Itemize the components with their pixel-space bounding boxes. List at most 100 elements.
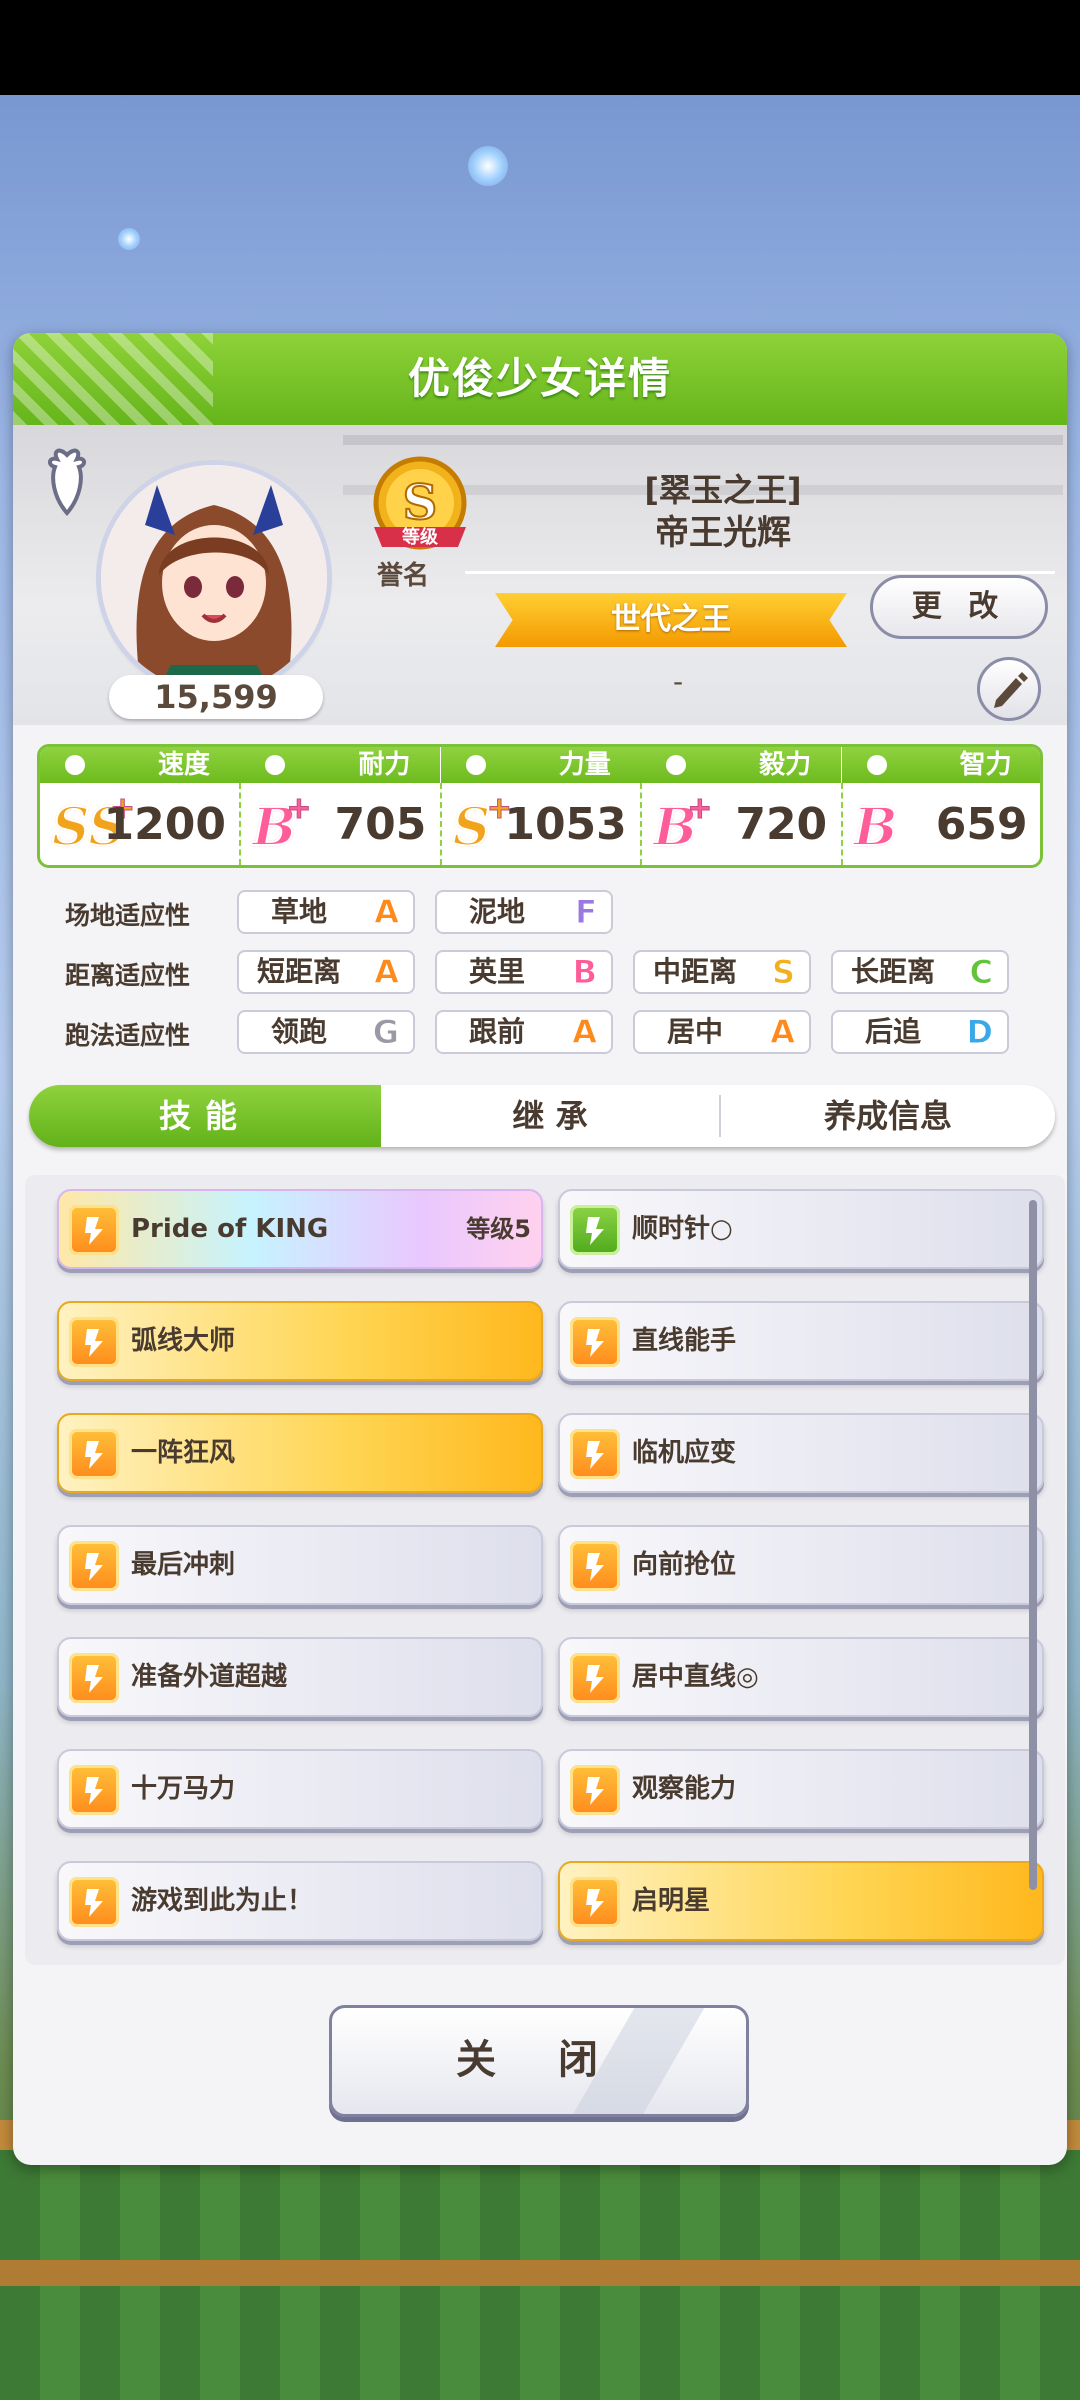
- stat-body: S +1053: [441, 783, 641, 865]
- stat-header: 毅力: [641, 747, 842, 783]
- aptitude-name: 长距离: [850, 955, 935, 988]
- stat-header: 耐力: [240, 747, 441, 783]
- aptitude-item: 草地 A: [237, 890, 415, 934]
- aptitude-row-label: 场地适应性: [65, 901, 191, 930]
- stat-header: 力量: [440, 747, 641, 783]
- aptitude-grade: A: [572, 1013, 598, 1052]
- close-button[interactable]: 关 闭: [329, 2005, 749, 2117]
- stat-separator: [239, 783, 242, 865]
- skill-name: 游戏到此为止！: [131, 1886, 314, 1916]
- stat-label: 智力: [959, 750, 1012, 780]
- stat-body: B +720: [641, 783, 841, 865]
- skill-name: 十万马力: [131, 1774, 236, 1804]
- stat-value: 705: [334, 799, 427, 850]
- aptitude-name: 英里: [468, 955, 525, 988]
- tab-training-info[interactable]: 养成信息: [721, 1085, 1055, 1147]
- skill-item[interactable]: 最后冲刺: [57, 1525, 543, 1605]
- close-button-label: 关 闭: [456, 2037, 622, 2083]
- runner-icon: [69, 1653, 119, 1703]
- aptitude-name: 跟前: [468, 1015, 525, 1048]
- skill-item[interactable]: 向前抢位: [558, 1525, 1044, 1605]
- detail-tabs: 技能 继 承 养成信息: [29, 1085, 1055, 1147]
- stat-1: 耐力 B +705: [240, 747, 441, 865]
- stat-grade: S: [452, 796, 492, 859]
- stat-3: 毅力 B +720: [641, 747, 842, 865]
- skill-item[interactable]: 弧线大师: [57, 1301, 543, 1381]
- aptitude-grade: G: [372, 1013, 399, 1052]
- stat-separator: [640, 783, 643, 865]
- aptitude-item: 居中 A: [633, 1010, 811, 1054]
- aptitude-grade: A: [374, 953, 400, 992]
- skill-list[interactable]: Pride of KING 等级5 顺时针○ 弧线大师 直线能手一阵狂风 临机应变最后冲刺…: [25, 1175, 1065, 1965]
- grad-cap-icon: [864, 752, 890, 778]
- skill-item[interactable]: 直线能手: [558, 1301, 1044, 1381]
- fan-score: 15,599: [109, 675, 323, 719]
- character-name: 帝王光辉: [655, 513, 791, 553]
- tab-skills[interactable]: 技能: [29, 1085, 381, 1147]
- aptitude-item: 泥地 F: [435, 890, 613, 934]
- aptitude-name: 领跑: [270, 1015, 327, 1048]
- sparkle-decoration: [118, 228, 140, 250]
- skill-name: 准备外道超越: [131, 1662, 288, 1692]
- skill-level: 等级5: [466, 1215, 531, 1243]
- tab-inheritance[interactable]: 继 承: [381, 1085, 719, 1147]
- pencil-icon: [994, 672, 1028, 708]
- profile-section: 15,599 S 等级 誉名 [翠玉之王] 帝王光辉 世代之王 更 改 -: [13, 425, 1067, 725]
- stat-value: 659: [935, 799, 1028, 850]
- skill-name: 启明星: [632, 1886, 711, 1916]
- skill-item[interactable]: 游戏到此为止！: [57, 1861, 543, 1941]
- skill-name: 直线能手: [632, 1326, 737, 1356]
- carrot-icon[interactable]: [41, 447, 93, 517]
- rank-sub-label: 等级: [402, 526, 439, 548]
- aptitude-name: 居中: [666, 1015, 723, 1048]
- aptitude-item: 后追 D: [831, 1010, 1009, 1054]
- aptitude-grade: F: [575, 893, 598, 932]
- aptitude-grade: C: [969, 953, 994, 992]
- stat-0: 速度 SS +1200: [40, 747, 240, 865]
- stat-header: 智力: [841, 747, 1040, 783]
- stat-label: 耐力: [358, 750, 411, 780]
- fence-rail: [0, 2260, 1080, 2286]
- stat-value: 1200: [103, 799, 226, 850]
- skill-item[interactable]: 临机应变: [558, 1413, 1044, 1493]
- subtitle-text: -: [673, 665, 684, 698]
- edit-button[interactable]: [977, 657, 1041, 721]
- umamusume-detail-dialog: 优俊少女详情 15,599 S 等级 誉名 [翠玉之王] 帝王光辉 世代之王 更…: [13, 333, 1067, 2165]
- stat-2: 力量 S +1053: [440, 747, 641, 865]
- skill-name: 顺时针○: [632, 1214, 733, 1244]
- change-title-button[interactable]: 更 改: [870, 575, 1048, 639]
- stat-grade-plus: +: [687, 791, 713, 827]
- skill-name: 临机应变: [632, 1438, 737, 1468]
- aptitude-row-label: 跑法适应性: [65, 1021, 191, 1050]
- stat-grade: B: [853, 796, 899, 859]
- skill-item[interactable]: 居中直线◎: [558, 1637, 1044, 1717]
- skill-name: 最后冲刺: [131, 1550, 236, 1580]
- skill-item[interactable]: 启明星: [558, 1861, 1044, 1941]
- aptitude-name: 草地: [270, 895, 327, 928]
- skill-item[interactable]: 准备外道超越: [57, 1637, 543, 1717]
- skill-item[interactable]: Pride of KING 等级5: [57, 1189, 543, 1269]
- aptitude-item: 短距离 A: [237, 950, 415, 994]
- stat-label: 毅力: [759, 750, 812, 780]
- stat-separator: [439, 783, 442, 865]
- dialog-title: 优俊少女详情: [407, 354, 672, 403]
- skill-item[interactable]: 一阵狂风: [57, 1413, 543, 1493]
- skill-name: 向前抢位: [632, 1550, 737, 1580]
- name-divider: [465, 571, 1055, 574]
- flame-icon: [663, 752, 689, 778]
- rank-medal-icon: S 等级: [373, 456, 467, 550]
- sparkle-decoration: [468, 146, 508, 186]
- stat-label: 速度: [157, 750, 210, 780]
- arrows-icon: [570, 1429, 620, 1479]
- skill-item[interactable]: 十万马力: [57, 1749, 543, 1829]
- stat-value: 1053: [504, 799, 627, 850]
- character-avatar[interactable]: [101, 465, 327, 691]
- stat-label: 力量: [558, 750, 611, 780]
- skill-name: 观察能力: [632, 1774, 737, 1804]
- aptitude-grade: A: [770, 1013, 796, 1052]
- stat-4: 智力 B 659: [841, 747, 1040, 865]
- skill-list-scrollbar[interactable]: [1029, 1200, 1037, 1890]
- status-bar: [0, 0, 1080, 95]
- skill-item[interactable]: 顺时针○: [558, 1189, 1044, 1269]
- skill-item[interactable]: 观察能力: [558, 1749, 1044, 1829]
